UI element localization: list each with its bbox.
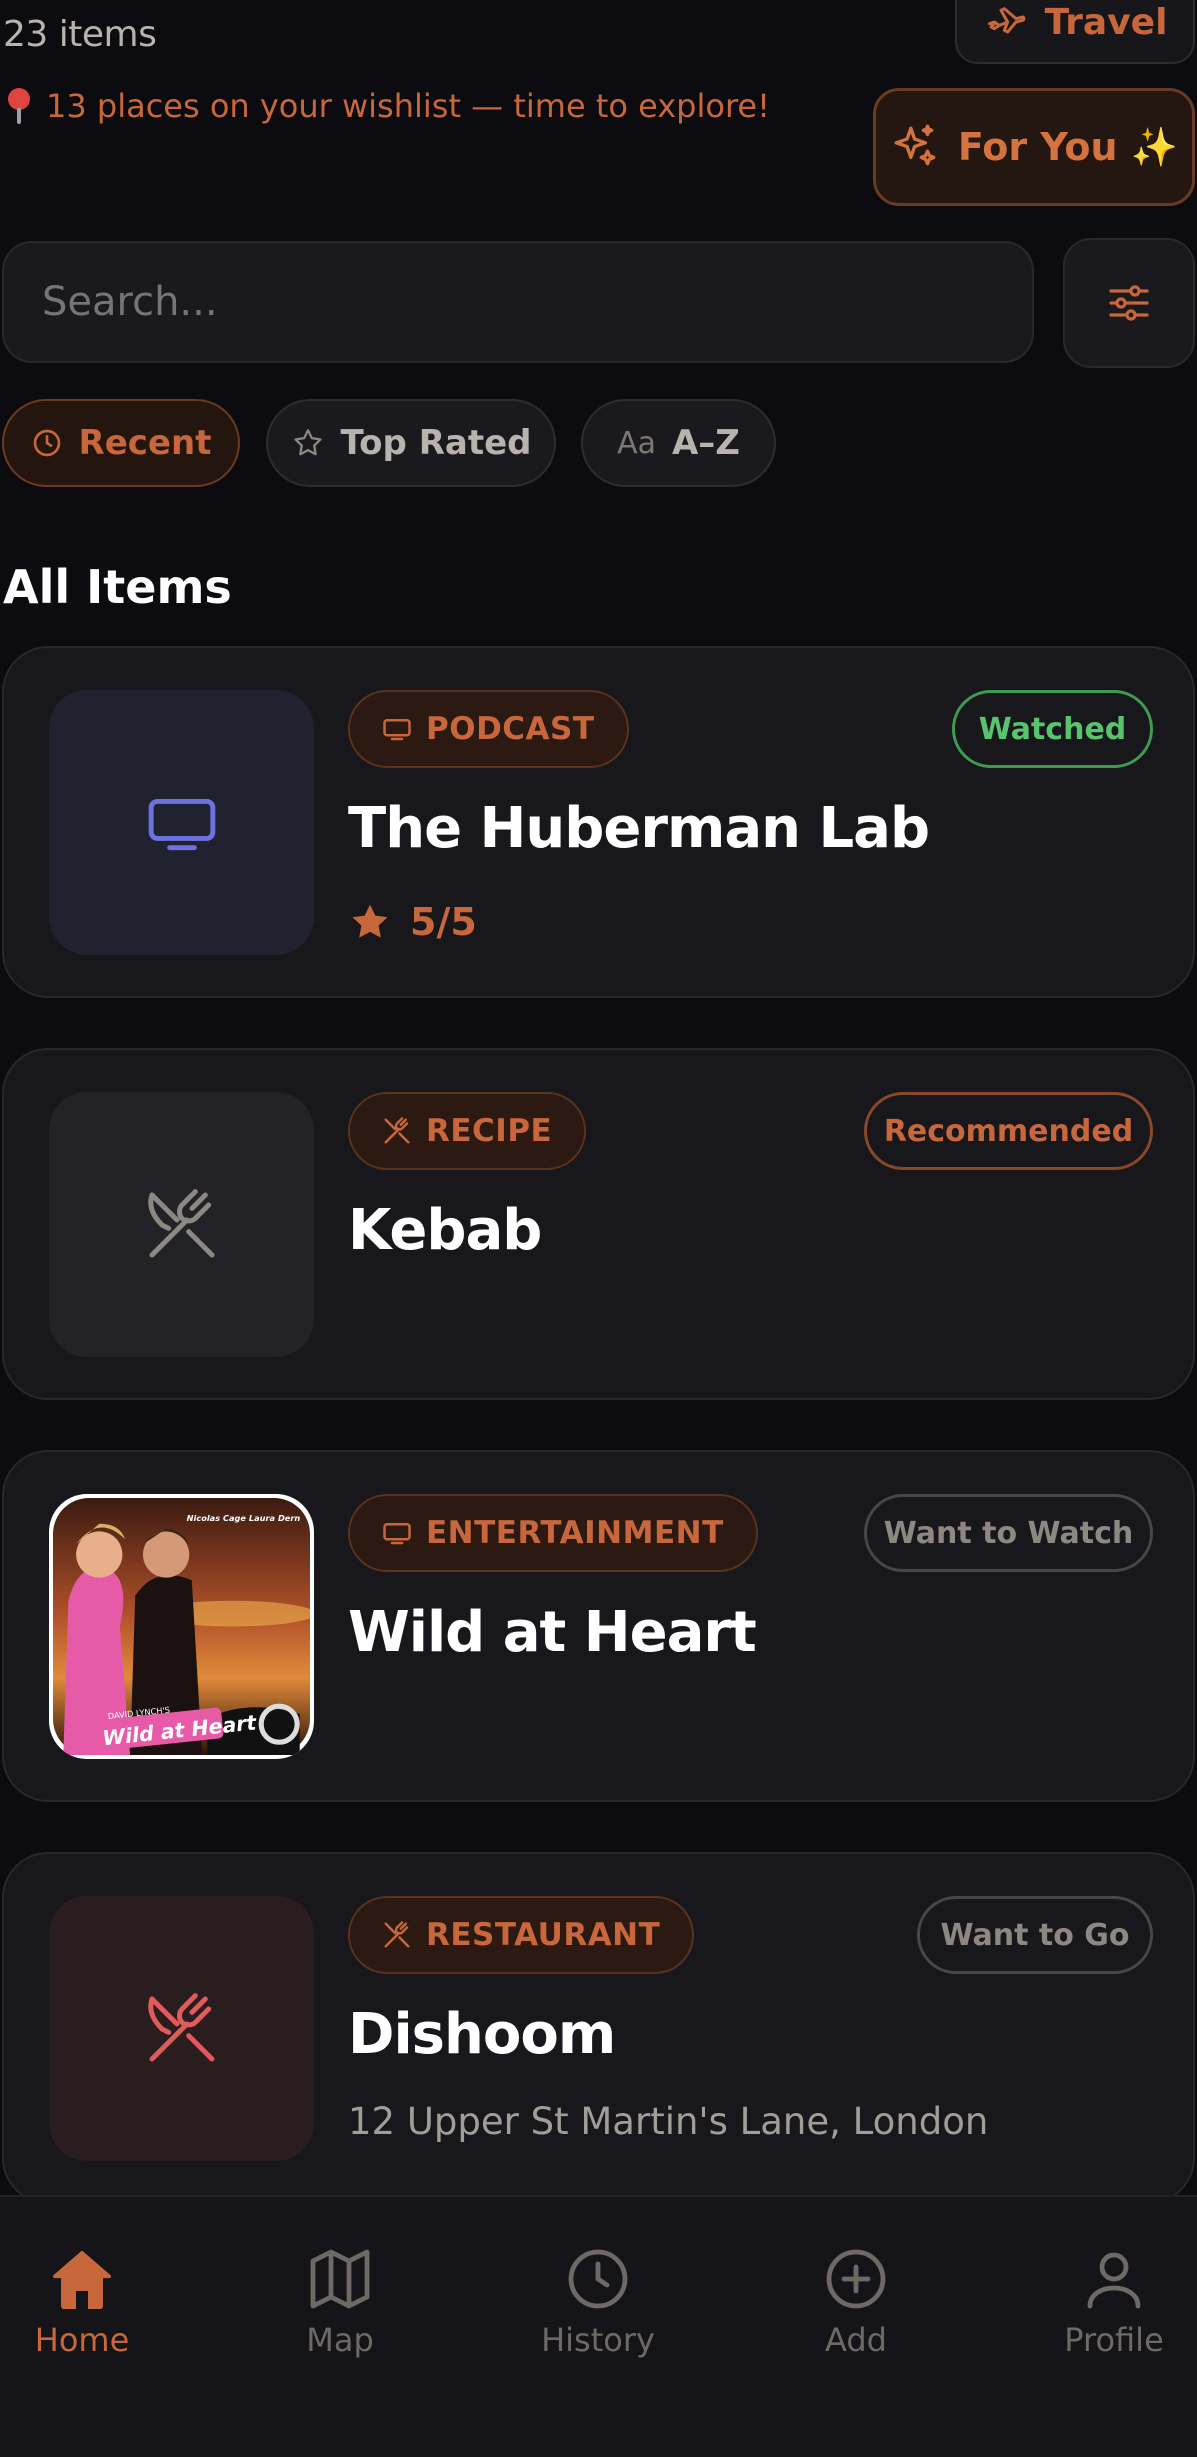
sort-recent-label: Recent [78,423,212,463]
status-badge: Recommended [864,1092,1153,1170]
item-title: Dishoom [348,2002,616,2067]
utensils-icon [147,1992,214,2061]
item-rating: 5/5 [348,900,477,944]
status-badge: Want to Go [917,1896,1153,1974]
sort-recent-chip[interactable]: Recent [2,399,240,487]
item-title: Kebab [348,1198,542,1263]
utensils-icon [384,1921,410,1948]
nav-map-label: Map [306,2321,374,2359]
nav-add[interactable]: Add [761,2243,951,2359]
item-card[interactable]: RESTAURANT Want to Go Dishoom 12 Upper S… [2,1852,1195,2204]
category-label: RECIPE [426,1113,553,1149]
item-address: 12 Upper St Martin's Lane, London [348,2100,989,2143]
wishlist-banner: 13 places on your wishlist — time to exp… [6,86,770,126]
category-badge: ENTERTAINMENT [348,1494,758,1572]
category-badge: RESTAURANT [348,1896,695,1974]
category-badge: RECIPE [348,1092,587,1170]
wishlist-text: 13 places on your wishlist — time to exp… [46,87,770,125]
filter-button[interactable] [1063,238,1195,368]
nav-history[interactable]: History [503,2243,693,2359]
sort-az-chip[interactable]: Aa A–Z [581,399,776,487]
home-icon [52,2250,112,2309]
category-label: PODCAST [426,711,595,747]
search-input[interactable] [2,241,1034,363]
movie-poster-image: Wild at Heart DAVID LYNCH'S Nicolas Cage… [53,1498,310,1755]
sort-top-rated-chip[interactable]: Top Rated [266,399,556,487]
sparkles-icon [894,124,936,166]
nav-history-label: History [541,2321,655,2359]
section-title: All Items [3,560,232,614]
item-count: 23 items [3,14,157,55]
font-size-icon: Aa [617,425,656,461]
item-title: The Huberman Lab [348,796,930,861]
category-label: ENTERTAINMENT [426,1515,724,1551]
tv-icon [148,798,215,850]
item-card[interactable]: PODCAST Watched The Huberman Lab 5/5 [2,646,1195,998]
tv-icon [383,1523,411,1545]
item-thumbnail [49,1896,314,2161]
star-icon [352,904,388,938]
travel-button[interactable]: Travel [955,0,1195,64]
rating-value: 5/5 [410,900,477,944]
item-title: Wild at Heart [348,1600,757,1665]
nav-add-label: Add [825,2321,887,2359]
nav-profile[interactable]: Profile [1019,2243,1197,2359]
item-thumbnail: Wild at Heart DAVID LYNCH'S Nicolas Cage… [49,1494,314,1759]
sort-az-label: A–Z [671,423,740,463]
item-thumbnail [49,1092,314,1357]
poster-cast-text: Nicolas Cage Laura Dern [187,1513,301,1523]
sort-top-rated-label: Top Rated [340,423,532,463]
category-label: RESTAURANT [426,1917,661,1953]
nav-home-label: Home [34,2321,130,2359]
pin-icon [6,86,32,126]
travel-label: Travel [1044,1,1168,43]
status-badge: Want to Watch [864,1494,1153,1572]
plus-circle-icon [826,2249,886,2309]
status-badge: Watched [952,690,1153,768]
item-card[interactable]: RECIPE Recommended Kebab [2,1048,1195,1400]
nav-home[interactable]: Home [0,2243,177,2359]
nav-map[interactable]: Map [245,2243,435,2359]
for-you-button[interactable]: For You ✨ [873,88,1195,206]
item-card[interactable]: Wild at Heart DAVID LYNCH'S Nicolas Cage… [2,1450,1195,1802]
clock-icon [568,2249,628,2309]
bottom-nav: Home Map History Add Profile [0,2195,1197,2457]
for-you-label: For You ✨ [957,124,1179,169]
nav-profile-label: Profile [1064,2321,1164,2359]
tv-icon [383,719,411,741]
star-outline-icon [293,429,322,456]
user-icon [1087,2252,1141,2309]
utensils-icon [384,1117,410,1144]
category-badge: PODCAST [348,690,629,768]
item-thumbnail [49,690,314,955]
clock-icon [33,429,60,457]
airplane-icon [987,7,1025,34]
map-icon [310,2249,370,2309]
utensils-icon [147,1188,214,1257]
sliders-icon [1109,285,1149,321]
